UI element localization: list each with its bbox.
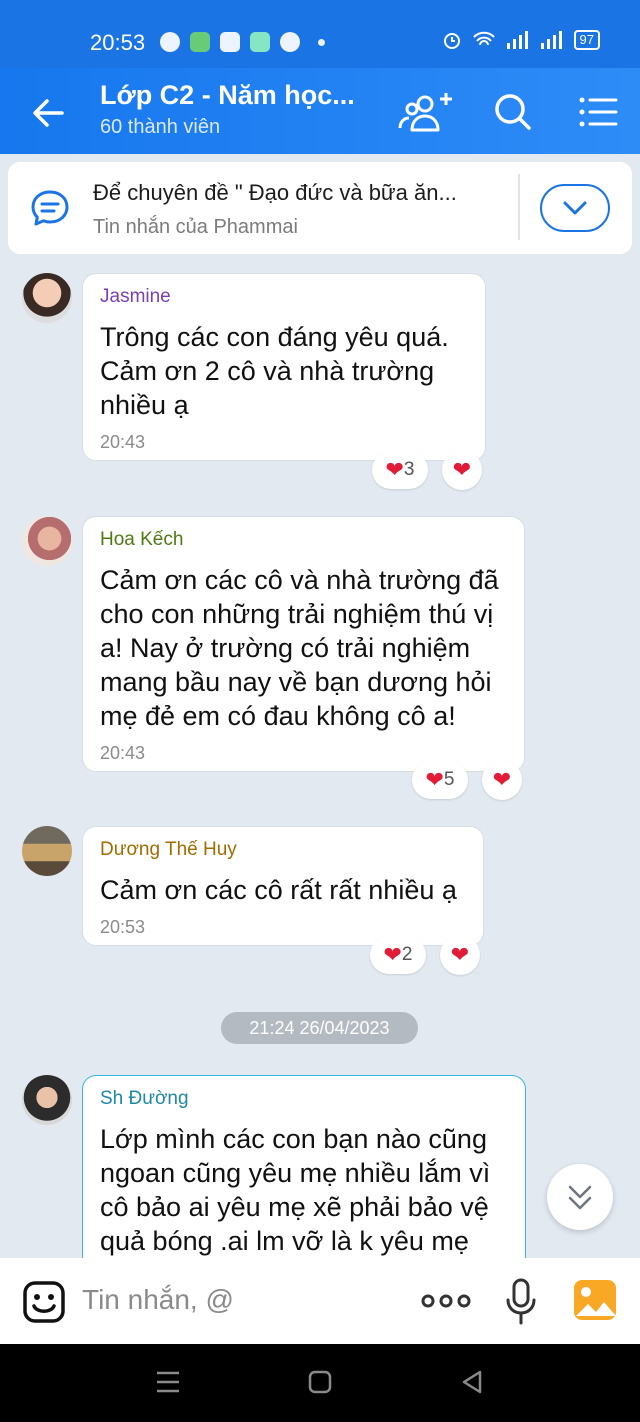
system-nav-bar [0, 1344, 640, 1422]
react-button[interactable]: ❤ [440, 935, 480, 975]
divider [518, 174, 520, 240]
app-icon [250, 32, 270, 52]
tiktok-icon [220, 32, 240, 52]
heart-icon: ❤ [383, 942, 402, 967]
heart-icon: ❤ [385, 457, 404, 482]
sender-name: Sh Đường [100, 1088, 189, 1109]
image-icon[interactable] [572, 1278, 618, 1322]
react-button[interactable]: ❤ [442, 450, 482, 490]
chat-header: Lớp C2 - Năm học... 60 thành viên [0, 68, 640, 154]
message-bubble[interactable]: Sh Đường Lớp mình các con bạn nào cũng n… [82, 1075, 526, 1265]
member-count[interactable]: 60 thành viên [100, 116, 220, 139]
reaction-summary[interactable]: ❤ 2 [370, 936, 426, 974]
group-title[interactable]: Lớp C2 - Năm học... [100, 80, 355, 111]
message-input[interactable]: Tin nhắn, @ [82, 1284, 234, 1316]
more-notifications-icon [318, 38, 325, 46]
avatar[interactable] [22, 826, 72, 876]
message-text: Cảm ơn các cô và nhà trường đã cho con n… [100, 565, 499, 731]
message-bubble[interactable]: Hoa Kếch Cảm ơn các cô và nhà trường đã … [82, 516, 525, 772]
pinned-author: Tin nhắn của Phammai [93, 216, 298, 238]
add-member-icon[interactable] [398, 90, 452, 134]
wifi-icon [472, 31, 495, 46]
more-dots-icon[interactable] [420, 1288, 472, 1314]
scroll-to-bottom-button[interactable] [547, 1164, 613, 1230]
reaction-count: 3 [403, 459, 415, 480]
signal-icon [506, 31, 528, 49]
signal-icon [540, 31, 562, 49]
chat-bubble-icon [31, 190, 69, 226]
reaction-count: 2 [401, 944, 413, 965]
sender-name: Hoa Kếch [100, 529, 184, 550]
list-menu-icon[interactable] [572, 90, 626, 134]
emoji-icon[interactable] [22, 1280, 66, 1324]
expand-pinned-button[interactable] [540, 184, 610, 232]
message-text: Lớp mình các con bạn nào cũng ngoan cũng… [100, 1124, 491, 1256]
alarm-icon [443, 33, 460, 49]
sender-name: Jasmine [100, 286, 171, 307]
sender-name: Dương Thế Huy [100, 839, 237, 860]
composer-bar: Tin nhắn, @ [0, 1258, 640, 1344]
search-icon[interactable] [488, 90, 542, 134]
status-time: 20:53 [90, 30, 146, 55]
chevron-down-icon [563, 201, 587, 215]
arrow-left-icon[interactable] [26, 90, 72, 136]
message-time: 20:53 [100, 917, 146, 937]
date-separator: 21:24 26/04/2023 [221, 1012, 418, 1044]
message-bubble[interactable]: Dương Thế Huy Cảm ơn các cô rất rất nhiề… [82, 826, 484, 946]
pinned-text: Để chuyên đề " Đạo đức và bữa ăn... [93, 180, 457, 205]
notification-icons [160, 32, 325, 52]
recent-apps-icon[interactable] [155, 1370, 181, 1394]
react-button[interactable]: ❤ [482, 760, 522, 800]
status-bar: 20:53 97 [0, 0, 640, 68]
double-chevron-down-icon [568, 1185, 592, 1210]
message-text: Cảm ơn các cô rất rất nhiều ạ [100, 875, 457, 905]
reaction-summary[interactable]: ❤ 5 [412, 761, 468, 799]
back-nav-icon[interactable] [460, 1370, 484, 1394]
message-bubble[interactable]: Jasmine Trông các con đáng yêu quá. Cảm … [82, 273, 486, 461]
heart-icon: ❤ [450, 942, 470, 967]
reaction-count: 5 [443, 769, 455, 790]
avatar[interactable] [22, 1075, 72, 1125]
message-text: Trông các con đáng yêu quá. Cảm ơn 2 cô … [100, 322, 449, 420]
message-time: 20:43 [100, 432, 146, 452]
home-icon[interactable] [308, 1370, 332, 1394]
avatar[interactable] [22, 516, 72, 566]
pinned-message[interactable]: Để chuyên đề " Đạo đức và bữa ăn... Tin … [8, 162, 632, 254]
heart-icon: ❤ [452, 457, 472, 482]
heart-icon: ❤ [492, 767, 512, 792]
app-icon [190, 32, 210, 52]
messenger-icon [160, 32, 180, 52]
avatar[interactable] [22, 273, 72, 323]
microphone-icon[interactable] [504, 1278, 538, 1326]
pinterest-icon [280, 32, 300, 52]
reaction-summary[interactable]: ❤ 3 [372, 451, 428, 489]
heart-icon: ❤ [425, 767, 444, 792]
battery-indicator: 97 [573, 30, 600, 50]
